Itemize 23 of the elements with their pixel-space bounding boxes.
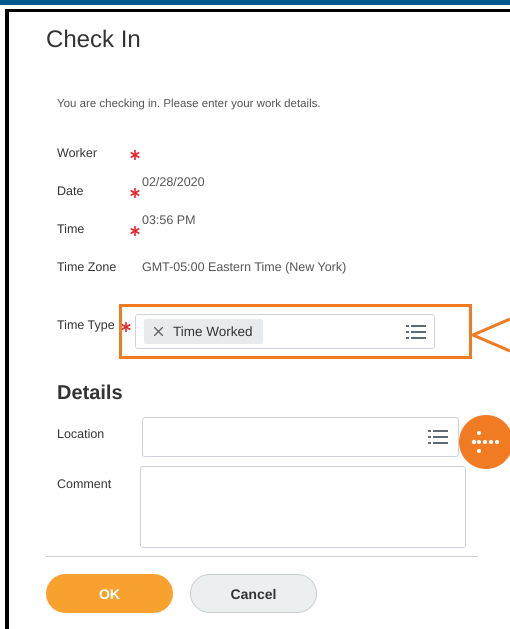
field-value: 03:56 PM	[142, 213, 196, 227]
field-label: Time Type	[57, 317, 116, 332]
list-icon[interactable]	[428, 429, 448, 445]
field-value: GMT-05:00 Eastern Time (New York)	[142, 260, 346, 274]
dialog-title: Check In	[46, 26, 142, 54]
floating-button[interactable]	[459, 415, 510, 469]
dots-icon	[471, 430, 501, 454]
field-value: 02/28/2020	[142, 175, 205, 189]
location-field[interactable]	[142, 417, 459, 457]
field-label: Worker	[57, 146, 98, 160]
cancel-button[interactable]: Cancel	[190, 574, 317, 613]
remove-icon[interactable]	[154, 327, 163, 336]
comment-field[interactable]	[140, 466, 466, 548]
field-label: Time Zone	[57, 260, 118, 274]
list-icon[interactable]	[406, 324, 426, 340]
intro-text: You are checking in. Please enter your work details.	[57, 98, 322, 110]
selected-token[interactable]: Time Worked	[144, 319, 263, 344]
field-label: Comment	[57, 476, 112, 491]
section-heading: Details	[57, 382, 124, 405]
field-label: Time	[57, 222, 86, 236]
field-label: Location	[57, 426, 106, 441]
field-label: Date	[57, 184, 84, 198]
time-type-field[interactable]: Time Worked	[135, 314, 435, 349]
